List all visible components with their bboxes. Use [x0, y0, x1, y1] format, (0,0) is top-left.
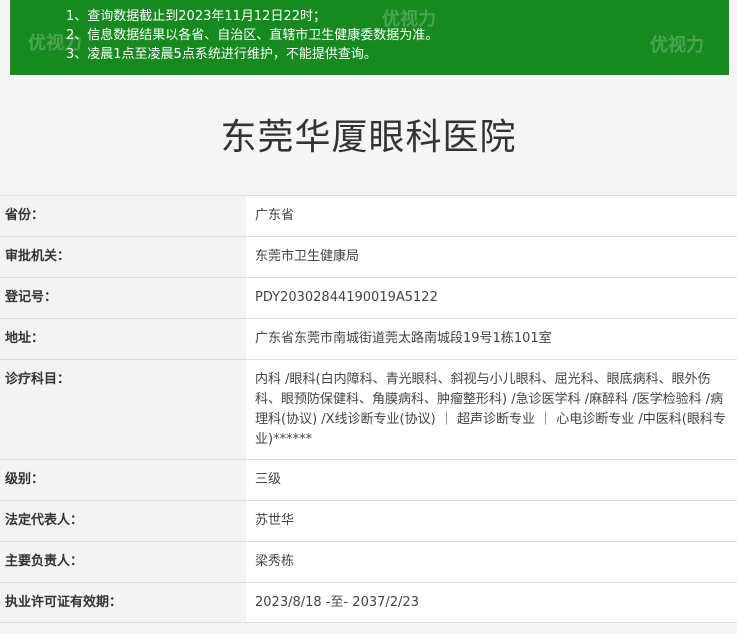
hospital-info-table: 省份： 广东省 审批机关： 东莞市卫生健康局 登记号： PDY203028441… — [0, 195, 737, 623]
notice-banner: 1、查询数据截止到2023年11月12日22时； 2、信息数据结果以各省、自治区… — [10, 0, 729, 75]
table-row: 省份： 广东省 — [0, 195, 737, 237]
table-row: 登记号： PDY20302844190019A5122 — [0, 277, 737, 319]
row-label: 省份： — [0, 195, 246, 237]
row-value: 苏世华 — [246, 500, 737, 542]
row-label: 执业许可证有效期： — [0, 582, 246, 623]
row-value: 梁秀栋 — [246, 541, 737, 583]
watermark-logo: 优视力 — [28, 33, 82, 54]
row-value: PDY20302844190019A5122 — [246, 277, 737, 319]
table-row: 审批机关： 东莞市卫生健康局 — [0, 236, 737, 278]
row-label: 诊疗科目： — [0, 359, 246, 460]
page-title: 东莞华厦眼科医院 — [220, 117, 517, 158]
row-label: 登记号： — [0, 277, 246, 319]
row-label: 法定代表人： — [0, 500, 246, 542]
table-row: 执业许可证有效期： 2023/8/18 -至- 2037/2/23 — [0, 582, 737, 623]
row-value: 广东省东莞市南城街道莞太路南城段19号1栋101室 — [246, 318, 737, 360]
row-value: 内科 /眼科(白内障科、青光眼科、斜视与小儿眼科、屈光科、眼底病科、眼外伤科、眼… — [246, 359, 737, 460]
table-row: 法定代表人： 苏世华 — [0, 500, 737, 542]
row-label: 审批机关： — [0, 236, 246, 278]
watermark-logo: 优视力 — [382, 9, 436, 30]
table-row: 地址： 广东省东莞市南城街道莞太路南城段19号1栋101室 — [0, 318, 737, 360]
watermark-logo: 优视力 — [650, 35, 704, 56]
row-value: 2023/8/18 -至- 2037/2/23 — [246, 582, 737, 623]
row-value: 广东省 — [246, 195, 737, 237]
notice-line-3: 3、凌晨1点至凌晨5点系统进行维护，不能提供查询。 — [66, 47, 377, 62]
row-value: 东莞市卫生健康局 — [246, 236, 737, 278]
table-row: 诊疗科目： 内科 /眼科(白内障科、青光眼科、斜视与小儿眼科、屈光科、眼底病科、… — [0, 359, 737, 460]
row-label: 主要负责人： — [0, 541, 246, 583]
table-row: 主要负责人： 梁秀栋 — [0, 541, 737, 583]
row-value: 三级 — [246, 459, 737, 501]
row-label: 地址： — [0, 318, 246, 360]
row-label: 级别： — [0, 459, 246, 501]
table-row: 级别： 三级 — [0, 459, 737, 501]
